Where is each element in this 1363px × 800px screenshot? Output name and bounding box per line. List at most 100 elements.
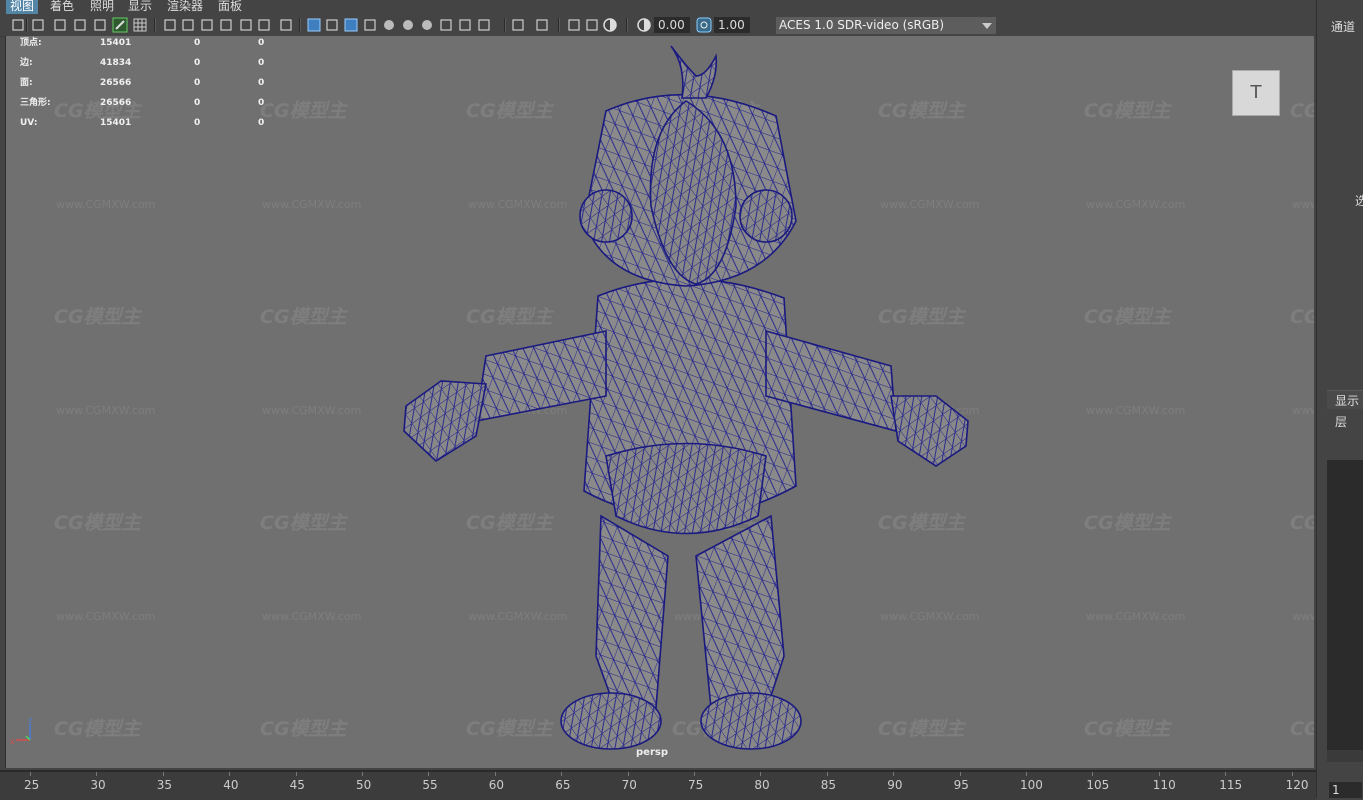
viewcube[interactable]: T: [1232, 70, 1280, 116]
channels-label[interactable]: 通道: [1331, 18, 1355, 35]
hud-value: 41834: [100, 58, 132, 68]
resolution-gate-icon[interactable]: [180, 17, 196, 33]
timeline-tick-mark: [30, 772, 31, 776]
bookmark-icon[interactable]: [52, 17, 68, 33]
layer-list-scrollbar[interactable]: [1327, 750, 1363, 762]
gamma-field[interactable]: [714, 17, 750, 33]
timeline-tick-label: 30: [90, 778, 106, 792]
toolbar-separator: [626, 18, 628, 32]
menu-bar: 视图 着色 照明 显示 渲染器 面板: [0, 0, 1316, 14]
camera-select-icon[interactable]: [10, 17, 26, 33]
camera-attributes-icon[interactable]: [30, 17, 46, 33]
menu-shading[interactable]: 着色: [46, 0, 78, 14]
timeline-tick-label: 90: [887, 778, 903, 792]
timeline-tick-mark: [826, 772, 828, 776]
xray-joints-icon[interactable]: [534, 17, 550, 33]
anti-aliasing-icon[interactable]: [457, 17, 473, 33]
hud-col3: 0: [258, 118, 265, 128]
grid-icon[interactable]: [132, 17, 148, 33]
safe-action-icon[interactable]: [238, 17, 254, 33]
gamma-icon[interactable]: [636, 17, 652, 33]
toolbar-separator: [154, 18, 156, 32]
image-plane-icon[interactable]: [72, 17, 88, 33]
backface-culling-icon[interactable]: [584, 17, 600, 33]
motion-blur-icon[interactable]: [438, 17, 454, 33]
timeline-tick-mark: [1026, 772, 1027, 776]
color-space-value: ACES 1.0 SDR-video (sRGB): [779, 18, 945, 32]
hud-label: 面:: [20, 78, 33, 88]
toolbar-separator: [504, 18, 506, 32]
hud-col3: 0: [258, 98, 265, 108]
hud-value: 15401: [100, 118, 132, 128]
timeline-tick-mark: [229, 772, 231, 776]
timeline-tick-label: 105: [1086, 778, 1110, 792]
timeline-tick-mark: [494, 772, 496, 776]
isolate-select-icon[interactable]: [510, 17, 526, 33]
menu-panels[interactable]: 面板: [214, 0, 246, 14]
tab-display[interactable]: 显示: [1335, 392, 1359, 409]
timeline-tick-label: 120: [1285, 778, 1309, 792]
hud-value: 26566: [100, 78, 132, 88]
use-all-lights-icon[interactable]: [381, 17, 397, 33]
time-slider[interactable]: 25 30 35 40 45 50 55 60 65 70 75 80 85 90 95 100 105 110 1…: [0, 770, 1316, 800]
timeline-tick-mark: [893, 772, 895, 776]
axis-z-label: z: [28, 716, 32, 725]
layers-menu[interactable]: 层: [1335, 413, 1347, 430]
current-frame-field[interactable]: 1: [1329, 782, 1362, 798]
hud-label: 顶点:: [20, 38, 42, 48]
grease-pencil-icon[interactable]: [112, 17, 128, 33]
axis-gizmo: z x: [10, 716, 32, 746]
gate-mask-icon[interactable]: [199, 17, 215, 33]
timeline-tick-mark: [1225, 772, 1227, 776]
exposure-icon[interactable]: [602, 17, 618, 33]
camera-name-label: persp: [636, 747, 668, 758]
timeline-tick-label: 115: [1219, 778, 1243, 792]
hud-col3: 0: [258, 38, 265, 48]
wireframe-on-shaded-icon[interactable]: [343, 17, 359, 33]
safe-title-icon[interactable]: [256, 17, 272, 33]
timeline-tick-mark: [362, 772, 363, 776]
hud-col3: 0: [258, 58, 265, 68]
layer-list[interactable]: [1327, 460, 1363, 750]
timeline-tick-mark: [760, 772, 762, 776]
timeline-tick-label: 45: [289, 778, 305, 792]
wireframe-icon[interactable]: [278, 17, 294, 33]
depth-of-field-icon[interactable]: [476, 17, 492, 33]
default-material-icon[interactable]: [324, 17, 340, 33]
color-space-dropdown[interactable]: ACES 1.0 SDR-video (sRGB): [776, 17, 996, 34]
timeline-tick-mark: [295, 772, 297, 776]
hud-label: UV:: [20, 118, 38, 128]
timeline-tick-mark: [1291, 772, 1293, 776]
chevron-down-icon: [982, 23, 992, 29]
select-label[interactable]: 选: [1355, 192, 1363, 209]
menu-lighting[interactable]: 照明: [86, 0, 118, 14]
timeline-tick-label: 110: [1152, 778, 1176, 792]
menu-show[interactable]: 显示: [124, 0, 156, 14]
timeline-tick-label: 95: [953, 778, 969, 792]
menu-view[interactable]: 视图: [6, 0, 39, 14]
toolbar-separator: [299, 18, 301, 32]
viewcube-face-label: T: [1250, 82, 1262, 103]
hud-col3: 0: [258, 78, 265, 88]
hud-col2: 0: [194, 118, 201, 128]
color-management-icon[interactable]: [696, 17, 712, 33]
shadows-icon[interactable]: [400, 17, 416, 33]
hud-col2: 0: [194, 98, 201, 108]
hud-col2: 0: [194, 78, 201, 88]
hud-label: 边:: [20, 58, 33, 68]
xray-active-icon[interactable]: [566, 17, 582, 33]
exposure-field[interactable]: [654, 17, 690, 33]
character-wireframe-mesh[interactable]: [6, 36, 1314, 768]
timeline-tick-label: 100: [1020, 778, 1043, 792]
menu-renderer[interactable]: 渲染器: [163, 0, 207, 14]
hud-label: 三角形:: [20, 98, 51, 108]
smooth-shade-icon[interactable]: [306, 17, 322, 33]
field-chart-icon[interactable]: [218, 17, 234, 33]
ambient-occlusion-icon[interactable]: [419, 17, 435, 33]
xray-icon[interactable]: [362, 17, 378, 33]
film-gate-icon[interactable]: [162, 17, 178, 33]
timeline-tick-label: 75: [688, 778, 704, 792]
timeline-tick-label: 35: [156, 778, 173, 792]
persp-viewport[interactable]: CG模型主 www.CGMXW.com CG模型主 www.CGMXW.com CG模型…: [5, 36, 1314, 768]
2d-pan-zoom-icon[interactable]: [92, 17, 108, 33]
